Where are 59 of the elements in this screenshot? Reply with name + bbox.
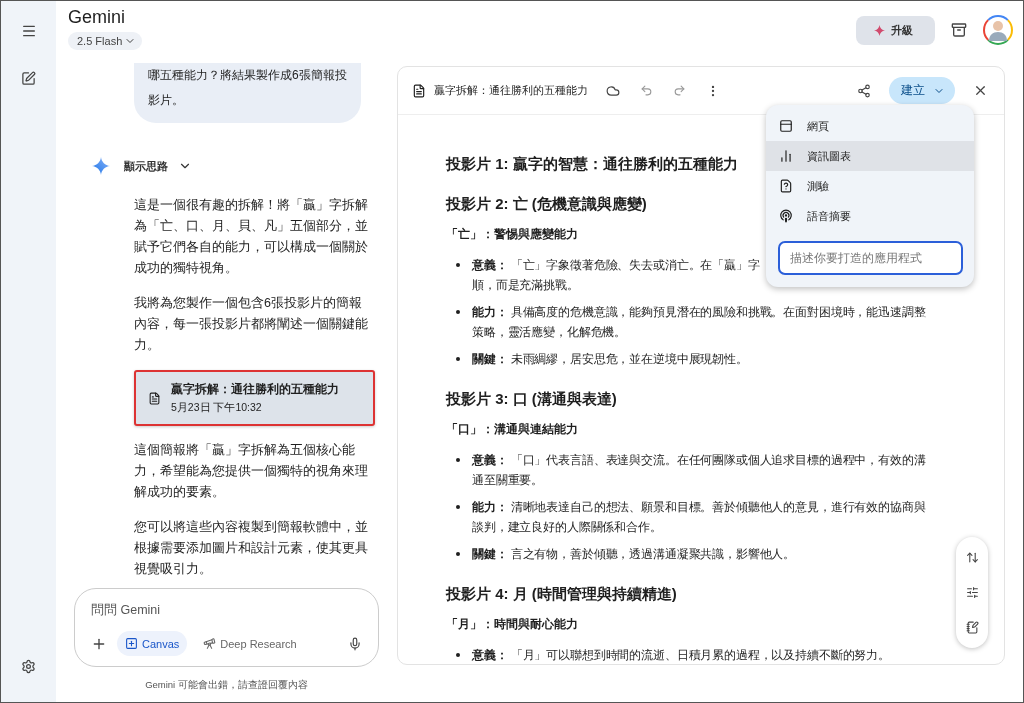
response-paragraph: 這個簡報將「贏」字拆解為五個核心能力，希望能為您提供一個獨特的視角來理解成功的要素。 — [134, 442, 369, 501]
bar-chart-icon — [779, 149, 793, 163]
create-button[interactable]: 建立 — [889, 77, 955, 104]
document-icon — [148, 391, 161, 405]
canvas-icon — [125, 637, 138, 650]
app-description-field[interactable]: 描述你要打造的應用程式 — [778, 241, 963, 275]
bullet-icon — [456, 458, 460, 462]
bullet-text: 意義： 「亡」字象徵著危險、失去或消亡。在「贏」字 順，而是充滿挑戰。 — [472, 257, 760, 294]
menu-item[interactable]: 測驗 — [766, 171, 974, 201]
tool-chip[interactable]: Canvas — [117, 631, 188, 656]
slide-subheading: 「月」：時間與耐心能力 — [446, 616, 578, 633]
bullet-icon — [456, 552, 460, 556]
menu-item[interactable]: 語音摘要 — [766, 201, 974, 231]
quiz-icon — [779, 179, 793, 193]
sparkle-icon — [874, 24, 885, 36]
bullet-icon — [456, 505, 460, 509]
document-title: 贏字拆解：通往勝利的五種能力 — [171, 381, 339, 398]
app-title: Gemini — [68, 7, 125, 28]
slide-subheading: 「口」：溝通與連結能力 — [446, 421, 578, 438]
user-message: 哪五種能力？將結果製作成6張簡報投 影片。 — [134, 63, 361, 123]
prompt-field[interactable]: 問問 Gemini — [89, 603, 364, 617]
document-icon — [412, 83, 426, 98]
response-paragraph: 這是一個很有趣的拆解！將「贏」字拆解為「亡、口、月、貝、凡」五個部分，並賦予它們各自的能力，可以構成一個關於成功的獨特視角。 — [134, 197, 369, 277]
document-card[interactable]: 贏字拆解：通往勝利的五種能力 5月23日 下午10:32 — [134, 370, 375, 426]
bullet-text: 意義： 「口」代表言語、表達與交流。在任何團隊或個人追求目標的過程中，有效的溝 通至關重要。 — [472, 452, 926, 489]
tool-chip[interactable]: Deep Research — [195, 631, 305, 656]
bullet-icon — [456, 263, 460, 267]
broadcast-icon — [779, 209, 793, 223]
archive-icon[interactable] — [949, 20, 969, 40]
menu-item[interactable]: 網頁 — [766, 111, 974, 141]
response-paragraph: 我將為您製作一個包含6張投影片的簡報內容，每一張投影片都將闡述一個關鍵能力。 — [134, 295, 369, 354]
slide-heading: 投影片 1: 贏字的智慧：通往勝利的五種能力 — [446, 155, 738, 174]
menu-item[interactable]: 資訊圖表 — [766, 141, 974, 171]
bullet-text: 能力： 清晰地表達自己的想法、願景和目標。善於傾聽他人的意見，進行有效的協商與 談判，建立良好的人際關係和合作。 — [472, 499, 926, 536]
bullet-text: 關鍵： 言之有物，善於傾聽，透過溝通凝聚共識，影響他人。 — [472, 546, 796, 563]
webpage-icon — [779, 119, 793, 133]
avatar[interactable] — [983, 15, 1013, 45]
bullet-text: 關鍵： 未雨綢繆，居安思危，並在逆境中展現韌性。 — [472, 351, 748, 368]
response-paragraph: 您可以將這些內容複製到簡報軟體中，並根據需要添加圖片和設計元素，使其更具視覺吸引力。 — [134, 519, 369, 578]
telescope-icon — [203, 637, 217, 650]
upgrade-button[interactable]: 升級 — [856, 15, 935, 45]
bullet-text: 能力： 具備高度的危機意識，能夠預見潛在的風險和挑戰。在面對困境時，能迅速調整 策略，靈活應變，化解危機。 — [472, 304, 926, 341]
document-date: 5月23日 下午10:32 — [171, 401, 263, 415]
model-selector[interactable]: 2.5 Flash — [68, 32, 143, 50]
settings-icon[interactable] — [19, 657, 38, 676]
slide-heading: 投影片 2: 亡 (危機意識與應變) — [446, 195, 647, 214]
new-chat-icon[interactable] — [19, 69, 38, 88]
sparkle-icon — [92, 157, 110, 175]
bullet-icon — [456, 310, 460, 314]
slide-heading: 投影片 3: 口 (溝通與表達) — [446, 390, 617, 409]
bullet-icon — [456, 653, 460, 657]
show-thinking-button[interactable]: 顯示思路 — [124, 158, 192, 174]
bullet-icon — [456, 357, 460, 361]
slide-subheading: 「亡」：警惕與應變能力 — [446, 226, 578, 243]
canvas-title: 贏字拆解：通往勝利的五種能力 — [434, 83, 588, 98]
edit-notes-icon[interactable] — [963, 619, 981, 636]
bullet-text: 意義： 「月」可以聯想到時間的流逝、日積月累的過程，以及持續不斷的努力。 — [472, 647, 890, 664]
slide-heading: 投影片 4: 月 (時間管理與持續精進) — [446, 585, 677, 604]
disclaimer: Gemini 可能會出錯，請查證回覆內容 — [144, 678, 309, 692]
